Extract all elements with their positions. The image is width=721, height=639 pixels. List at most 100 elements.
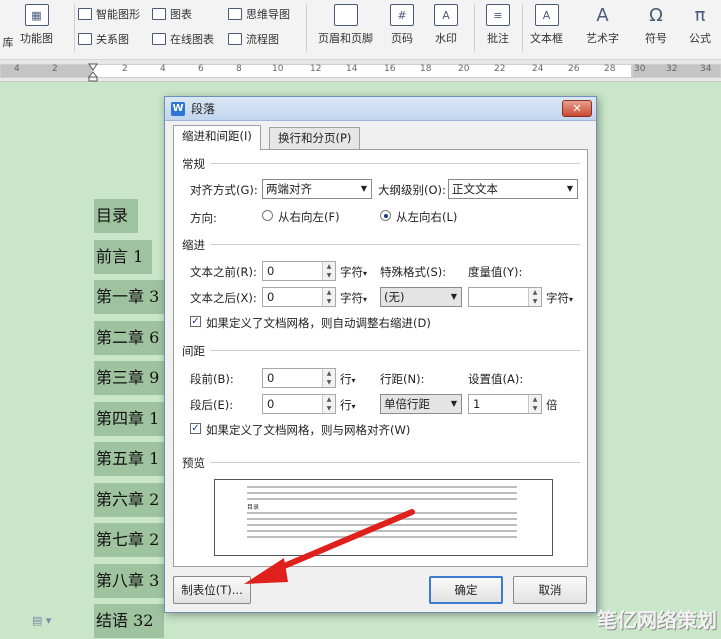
cancel-button[interactable]: 取消: [513, 576, 587, 604]
spinner-arrows-icon[interactable]: ▲ ▼: [528, 395, 541, 413]
indent-after-label: 文本之后(X):: [190, 291, 257, 305]
ruler-tick: 24: [532, 64, 544, 74]
mind-map-button[interactable]: 思维导图: [228, 6, 290, 22]
header-footer-button[interactable]: 页眉和页脚: [318, 4, 373, 46]
snap-grid-checkbox[interactable]: ✓: [190, 423, 201, 434]
measure-unit[interactable]: 字符▾: [546, 290, 573, 306]
rtl-radio[interactable]: [262, 210, 273, 221]
symbol-button[interactable]: Ω 符号: [644, 4, 668, 46]
line-spacing-select[interactable]: 单倍行距 ▼: [380, 394, 462, 414]
space-before-unit[interactable]: 行▾: [340, 371, 356, 387]
close-button[interactable]: ✕: [562, 100, 592, 117]
library-button[interactable]: 库: [0, 8, 20, 50]
smart-art-button[interactable]: 智能图形: [78, 6, 140, 22]
doc-line[interactable]: 第八章 3: [94, 564, 164, 598]
spinner-arrows-icon[interactable]: ▲ ▼: [528, 288, 541, 306]
page-number-button[interactable]: # 页码: [390, 4, 414, 46]
doc-line[interactable]: 第六章 2: [94, 483, 164, 517]
ribbon-separator: [522, 4, 523, 52]
indent-before-input[interactable]: 0 ▲ ▼: [262, 261, 336, 281]
ribbon-toolbar: 库 ▦ 功能图 智能图形 关系图 图表 在线图表 思维导图 流程图 页眉和页脚 …: [0, 0, 721, 60]
indent-marker-icon[interactable]: [88, 60, 98, 82]
doc-line[interactable]: 结语 32: [94, 604, 164, 638]
special-format-select[interactable]: (无) ▼: [380, 287, 462, 307]
wps-logo-icon: W: [171, 101, 185, 116]
indent-after-input[interactable]: 0 ▲ ▼: [262, 287, 336, 307]
spinner-arrows-icon[interactable]: ▲ ▼: [322, 262, 335, 280]
spinner-arrows-icon[interactable]: ▲ ▼: [322, 369, 335, 387]
comment-button[interactable]: ≡ 批注: [486, 4, 510, 46]
flow-chart-button[interactable]: 流程图: [228, 31, 279, 47]
header-footer-icon: [333, 4, 358, 26]
preview-line: [247, 512, 517, 514]
set-value-input[interactable]: 1 ▲ ▼: [468, 394, 542, 414]
align-select[interactable]: 两端对齐 ▼: [262, 179, 372, 199]
ruler-tick: 20: [458, 64, 470, 74]
preview-section-title: 预览: [182, 456, 205, 470]
dialog-title: 段落: [191, 102, 216, 116]
divider: [210, 350, 580, 351]
doc-line[interactable]: 第五章 1: [94, 442, 164, 476]
chevron-down-icon: ▼: [450, 399, 457, 408]
tab-panel: 常规 对齐方式(G): 两端对齐 ▼ 大纲级别(O): 正文文本 ▼ 方向: 从…: [173, 149, 588, 567]
space-before-label: 段前(B):: [190, 372, 234, 386]
measure-input[interactable]: ▲ ▼: [468, 287, 542, 307]
snap-grid-label: 如果定义了文档网格，则与网格对齐(W): [206, 423, 411, 437]
indent-section-title: 缩进: [182, 238, 205, 252]
online-chart-button[interactable]: 在线图表: [152, 31, 214, 47]
chart-button[interactable]: 图表: [152, 6, 192, 22]
doc-line[interactable]: 第三章 9: [94, 361, 164, 395]
ribbon-separator: [474, 4, 475, 52]
spinner-arrows-icon[interactable]: ▲ ▼: [322, 395, 335, 413]
tab-line-page-break[interactable]: 换行和分页(P): [269, 127, 361, 149]
doc-line[interactable]: 第二章 6: [94, 321, 164, 355]
formula-button[interactable]: π 公式: [688, 4, 712, 46]
spinner-arrows-icon[interactable]: ▲ ▼: [322, 288, 335, 306]
tab-indent-spacing[interactable]: 缩进和间距(I): [173, 125, 261, 150]
tabs-button[interactable]: 制表位(T)...: [173, 576, 251, 604]
ruler-tick: 14: [346, 64, 358, 74]
align-value: 两端对齐: [266, 182, 312, 196]
function-chart-button[interactable]: ▦ 功能图: [20, 4, 53, 46]
mind-map-icon: [228, 8, 242, 20]
header-footer-label: 页眉和页脚: [318, 32, 373, 45]
function-chart-icon: ▦: [24, 4, 49, 26]
space-after-input[interactable]: 0 ▲ ▼: [262, 394, 336, 414]
outline-select[interactable]: 正文文本 ▼: [448, 179, 578, 199]
comment-label: 批注: [487, 32, 509, 45]
ltr-radio[interactable]: [380, 210, 391, 221]
ruler-tick: 30: [634, 64, 646, 74]
direction-label: 方向:: [190, 211, 217, 225]
page-view-icon[interactable]: ▤ ▾: [32, 614, 51, 627]
doc-line[interactable]: 前言 1: [94, 240, 152, 274]
text-box-button[interactable]: A 文本框: [530, 4, 563, 46]
indent-before-label: 文本之前(R):: [190, 265, 257, 279]
indent-after-unit[interactable]: 字符▾: [340, 290, 367, 306]
text-box-icon: A: [534, 4, 559, 26]
watermark-icon: A: [434, 4, 458, 26]
relation-chart-button[interactable]: 关系图: [78, 31, 129, 47]
art-text-button[interactable]: A 艺术字: [586, 4, 619, 46]
indent-before-unit[interactable]: 字符▾: [340, 264, 367, 280]
set-value-value: 1: [473, 397, 481, 411]
outline-label: 大纲级别(O):: [378, 183, 446, 197]
ruler-tick: 16: [384, 64, 396, 74]
space-before-input[interactable]: 0 ▲ ▼: [262, 368, 336, 388]
doc-line[interactable]: 第七章 2: [94, 523, 164, 557]
auto-adjust-checkbox[interactable]: ✓: [190, 316, 201, 327]
page-number-icon: #: [390, 4, 414, 26]
ruler-tick: 34: [700, 64, 712, 74]
ok-button[interactable]: 确定: [429, 576, 503, 604]
doc-line-toc[interactable]: 目录: [94, 199, 138, 233]
flow-chart-label: 流程图: [246, 33, 279, 46]
line-spacing-value: 单倍行距: [384, 397, 430, 411]
ruler-tick: 12: [310, 64, 322, 74]
watermark-button[interactable]: A 水印: [434, 4, 458, 46]
dialog-titlebar[interactable]: W 段落 ✕: [165, 97, 596, 121]
horizontal-ruler[interactable]: 4 2 2 4 6 8 10 12 14 16 18 20 22 24 26 2…: [0, 60, 721, 82]
space-after-unit[interactable]: 行▾: [340, 397, 356, 413]
flow-chart-icon: [228, 33, 242, 45]
indent-after-value: 0: [267, 290, 275, 304]
doc-line[interactable]: 第一章 3: [94, 280, 164, 314]
doc-line[interactable]: 第四章 1: [94, 402, 164, 436]
